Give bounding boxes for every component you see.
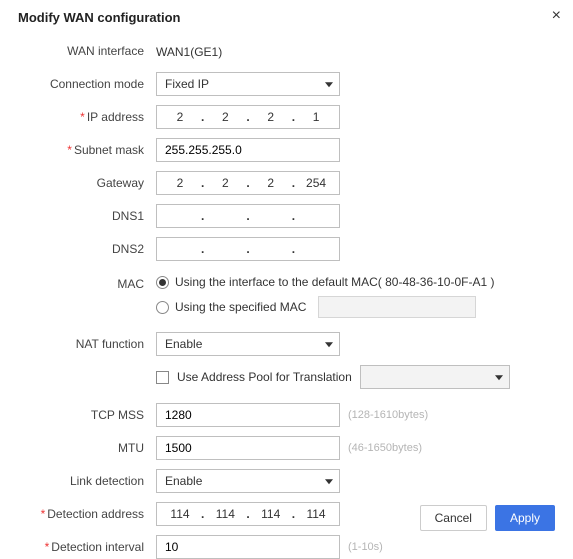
- label-subnet-mask: *Subnet mask: [18, 143, 156, 157]
- ip-octet[interactable]: 114: [206, 507, 244, 521]
- connection-mode-selected: Fixed IP: [165, 77, 209, 91]
- mac-default-radio[interactable]: Using the interface to the default MAC( …: [156, 275, 495, 289]
- connection-mode-select[interactable]: Fixed IP: [156, 72, 340, 96]
- wan-config-form: WAN interface WAN1(GE1) Connection mode …: [18, 39, 555, 559]
- subnet-mask-input[interactable]: [156, 138, 340, 162]
- radio-icon: [156, 276, 169, 289]
- detection-address-input[interactable]: 114. 114. 114. 114: [156, 502, 340, 526]
- mtu-input[interactable]: [156, 436, 340, 460]
- ip-octet[interactable]: [206, 242, 244, 256]
- label-dns1: DNS1: [18, 209, 156, 223]
- ip-octet[interactable]: 114: [252, 507, 290, 521]
- ip-octet[interactable]: 2: [252, 110, 290, 124]
- ip-octet[interactable]: 2: [161, 176, 199, 190]
- detection-interval-input[interactable]: [156, 535, 340, 559]
- radio-icon: [156, 301, 169, 314]
- close-icon[interactable]: ×: [552, 8, 561, 24]
- label-ip-address: *IP address: [18, 110, 156, 124]
- label-detection-address: *Detection address: [18, 507, 156, 521]
- mac-specified-label: Using the specified MAC: [175, 300, 306, 314]
- label-mtu: MTU: [18, 441, 156, 455]
- ip-octet[interactable]: 254: [297, 176, 335, 190]
- use-pool-checkbox[interactable]: [156, 371, 169, 384]
- ip-octet[interactable]: [161, 209, 199, 223]
- label-dns2: DNS2: [18, 242, 156, 256]
- nat-function-select[interactable]: Enable: [156, 332, 340, 356]
- gateway-input[interactable]: 2. 2. 2. 254: [156, 171, 340, 195]
- ip-octet[interactable]: [297, 242, 335, 256]
- cancel-button[interactable]: Cancel: [420, 505, 487, 531]
- ip-octet[interactable]: 2: [206, 176, 244, 190]
- link-detection-selected: Enable: [165, 474, 202, 488]
- modal-title: Modify WAN configuration: [18, 10, 555, 25]
- ip-octet[interactable]: [161, 242, 199, 256]
- mtu-hint: (46-1650bytes): [348, 442, 422, 454]
- dns2-input[interactable]: . . .: [156, 237, 340, 261]
- detection-interval-hint: (1-10s): [348, 541, 383, 553]
- tcp-mss-input[interactable]: [156, 403, 340, 427]
- label-gateway: Gateway: [18, 176, 156, 190]
- label-detection-interval: *Detection interval: [18, 540, 156, 554]
- tcp-mss-hint: (128-1610bytes): [348, 409, 428, 421]
- use-pool-label: Use Address Pool for Translation: [177, 370, 352, 384]
- mac-specified-input: [318, 296, 476, 318]
- label-link-detection: Link detection: [18, 474, 156, 488]
- ip-address-input[interactable]: 2. 2. 2. 1: [156, 105, 340, 129]
- wan-interface-value: WAN1(GE1): [156, 44, 222, 59]
- ip-octet[interactable]: [252, 209, 290, 223]
- label-wan-interface: WAN interface: [18, 44, 156, 58]
- ip-octet[interactable]: 2: [161, 110, 199, 124]
- link-detection-select[interactable]: Enable: [156, 469, 340, 493]
- label-mac: MAC: [18, 275, 156, 291]
- label-connection-mode: Connection mode: [18, 77, 156, 91]
- label-tcp-mss: TCP MSS: [18, 408, 156, 422]
- mac-default-label: Using the interface to the default MAC( …: [175, 275, 495, 289]
- ip-octet[interactable]: 2: [206, 110, 244, 124]
- dialog-buttons: Cancel Apply: [420, 505, 555, 531]
- ip-octet[interactable]: [252, 242, 290, 256]
- dns1-input[interactable]: . . .: [156, 204, 340, 228]
- label-nat-function: NAT function: [18, 337, 156, 351]
- ip-octet[interactable]: 114: [161, 507, 199, 521]
- apply-button[interactable]: Apply: [495, 505, 555, 531]
- nat-function-selected: Enable: [165, 337, 202, 351]
- ip-octet[interactable]: 2: [252, 176, 290, 190]
- ip-octet[interactable]: 114: [297, 507, 335, 521]
- address-pool-select: [360, 365, 510, 389]
- ip-octet[interactable]: 1: [297, 110, 335, 124]
- mac-specified-radio[interactable]: Using the specified MAC: [156, 296, 495, 318]
- ip-octet[interactable]: [206, 209, 244, 223]
- ip-octet[interactable]: [297, 209, 335, 223]
